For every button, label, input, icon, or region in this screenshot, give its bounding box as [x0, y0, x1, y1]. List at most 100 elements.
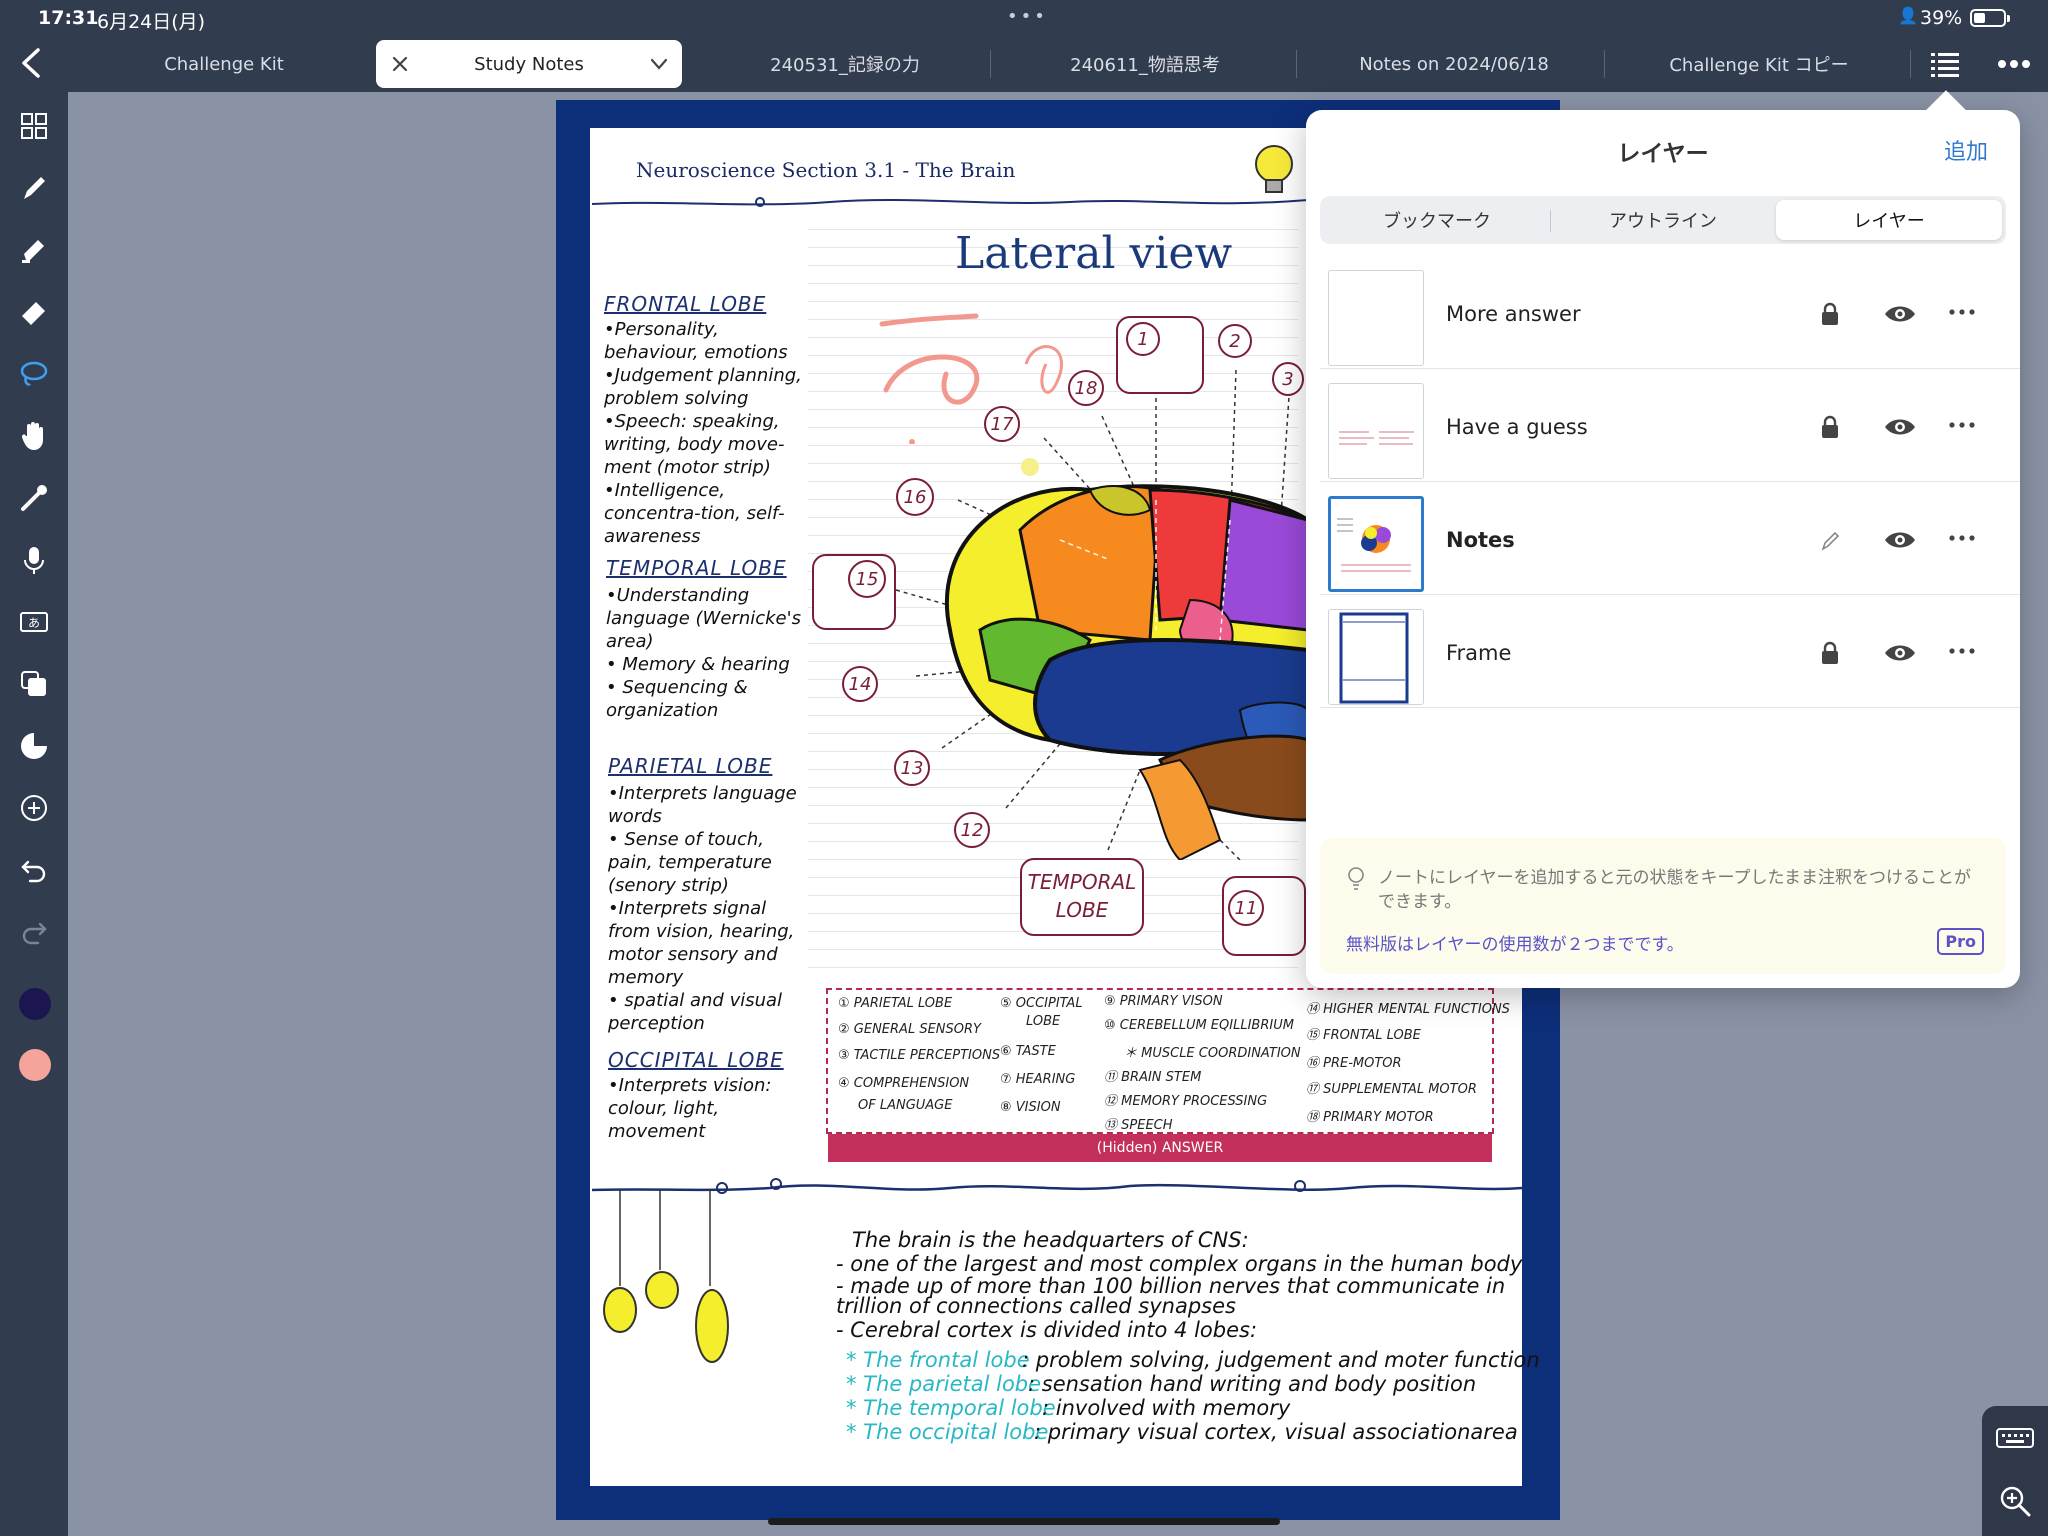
color-swatch-pink[interactable]	[19, 1049, 51, 1081]
segment-outline[interactable]: アウトライン	[1550, 200, 1776, 240]
laser-pointer-button[interactable]	[14, 478, 54, 518]
add-layer-button[interactable]: 追加	[1944, 134, 1988, 166]
more-icon[interactable]	[1948, 647, 1976, 655]
redo-button[interactable]	[14, 912, 54, 952]
eye-icon[interactable]	[1884, 530, 1916, 550]
layer-name: Notes	[1446, 528, 1515, 552]
pen-icon	[24, 177, 45, 199]
label-1: 1	[1126, 322, 1160, 356]
chevron-down-icon[interactable]	[650, 56, 668, 72]
sticker-tool-button[interactable]	[14, 726, 54, 766]
answer-item: ⑤ OCCIPITAL	[1000, 996, 1083, 1011]
status-date: 6月24日(月)	[97, 11, 206, 33]
hand-tool-button[interactable]	[14, 416, 54, 456]
list-item: • spatial and visual perception	[608, 990, 783, 1034]
highlight-dot	[1021, 458, 1039, 476]
answer-item: ⑰ SUPPLEMENTAL MOTOR	[1306, 1082, 1477, 1097]
list-item: • Sense of touch, pain, temperature (sen…	[608, 829, 772, 896]
battery-icon	[1970, 9, 2010, 27]
pro-badge[interactable]: Pro	[1937, 928, 1984, 955]
tab-240611[interactable]: 240611_物語思考	[1000, 40, 1290, 88]
list-item: •Personality, behaviour, emotions	[604, 319, 788, 363]
lasso-tool-button[interactable]	[14, 354, 54, 394]
tab-label: 240611_物語思考	[1070, 55, 1220, 76]
lock-icon[interactable]	[1820, 302, 1840, 326]
free-limit-link[interactable]: 無料版はレイヤーの使用数が２つまでです。	[1346, 930, 1684, 955]
eraser-tool-button[interactable]	[14, 292, 54, 332]
multitask-dots-icon[interactable]: •••	[1007, 6, 1048, 27]
layer-row-notes[interactable]: Notes	[1320, 482, 2020, 595]
svg-text:あ: あ	[28, 616, 40, 630]
sticker-icon	[21, 733, 47, 759]
more-icon[interactable]	[1948, 421, 1976, 429]
layer-row-frame[interactable]: Frame	[1320, 595, 2020, 708]
frontal-lobe-notes: •Personality, behaviour, emotions •Judge…	[604, 318, 804, 548]
layer-row-have-a-guess[interactable]: Have a guess	[1320, 369, 2020, 482]
label-3: 3	[1272, 362, 1304, 396]
tab-study-notes[interactable]: Study Notes	[376, 40, 682, 88]
add-button[interactable]	[14, 788, 54, 828]
label-13: 13	[894, 750, 930, 786]
lightbulb-icon	[1348, 867, 1364, 890]
label-12: 12	[954, 812, 990, 848]
label-15: 15	[848, 560, 886, 598]
layer-thumbnail	[1328, 270, 1424, 366]
tab-label: Challenge Kit コピー	[1669, 55, 1849, 76]
layer-name: More answer	[1446, 302, 1581, 326]
layer-thumbnail	[1328, 496, 1424, 592]
text-tool-button[interactable]: あ	[14, 602, 54, 642]
plus-circle-icon	[21, 795, 47, 821]
tab-notes-2024-06-18[interactable]: Notes on 2024/06/18	[1306, 40, 1602, 88]
lock-icon[interactable]	[1820, 641, 1840, 665]
tab-challenge-kit[interactable]: Challenge Kit	[124, 40, 324, 88]
answer-item: ⑬ SPEECH	[1104, 1118, 1173, 1133]
highlighter-tool-button[interactable]	[14, 230, 54, 270]
answer-item: ⑫ MEMORY PROCESSING	[1104, 1094, 1268, 1109]
answer-item: ④ COMPREHENSION	[838, 1076, 970, 1091]
pen-tool-button[interactable]	[14, 168, 54, 208]
layers-tip-box: ノートにレイヤーを追加すると元の状態をキープしたまま注釈をつけることができます。…	[1320, 838, 2006, 974]
eye-icon[interactable]	[1884, 643, 1916, 663]
more-icon[interactable]	[1996, 52, 2032, 76]
color-swatch-dark[interactable]	[19, 988, 51, 1020]
keyboard-icon[interactable]	[1996, 1426, 2034, 1450]
list-item: •Interprets signal from vision, hearing,…	[608, 898, 795, 988]
layer-row-more-answer[interactable]: More answer	[1320, 256, 2020, 369]
lightbulb-icon	[1255, 145, 1293, 193]
label-2: 2	[1218, 324, 1252, 358]
answer-item: ⑭ HIGHER MENTAL FUNCTIONS	[1306, 1002, 1510, 1017]
more-icon[interactable]	[1948, 534, 1976, 542]
list-item: • Sequencing & organization	[606, 677, 748, 721]
pencil-icon[interactable]	[1820, 528, 1840, 552]
list-icon[interactable]	[1930, 50, 1960, 78]
eraser-icon	[22, 302, 45, 325]
list-item: •Interprets language words	[608, 783, 797, 827]
shapes-tool-button[interactable]	[14, 664, 54, 704]
hidden-answer-bar[interactable]: (Hidden) ANSWER	[828, 1134, 1492, 1162]
tab-label: Notes on 2024/06/18	[1359, 53, 1549, 75]
hanging-bulbs-illustration	[603, 1190, 729, 1363]
notes-line: The brain is the headquarters of CNS:	[852, 1228, 1249, 1252]
microphone-button[interactable]	[14, 540, 54, 580]
undo-button[interactable]	[14, 850, 54, 890]
battery-fill	[1974, 13, 1985, 23]
segment-bookmarks[interactable]: ブックマーク	[1324, 200, 1550, 240]
notes-thumbnail-image	[1337, 518, 1411, 572]
frontal-lobe-heading: FRONTAL LOBE	[604, 292, 767, 316]
close-icon[interactable]	[390, 54, 410, 74]
document-header: Neuroscience Section 3.1 - The Brain	[636, 158, 1016, 182]
tab-240531[interactable]: 240531_記録の力	[700, 40, 990, 88]
lock-icon[interactable]	[1820, 415, 1840, 439]
eye-icon[interactable]	[1884, 417, 1916, 437]
parietal-lobe-heading: PARIETAL LOBE	[608, 754, 773, 778]
hand-icon	[21, 422, 43, 450]
back-icon[interactable]	[18, 46, 46, 80]
tab-challenge-kit-copy[interactable]: Challenge Kit コピー	[1614, 40, 1904, 88]
grid-view-button[interactable]	[14, 106, 54, 146]
zoom-in-icon[interactable]	[1998, 1484, 2032, 1518]
more-icon[interactable]	[1948, 308, 1976, 316]
tab-separator	[1910, 50, 1911, 78]
pink-scribble	[879, 313, 1063, 444]
segment-layers[interactable]: レイヤー	[1776, 200, 2002, 240]
eye-icon[interactable]	[1884, 304, 1916, 324]
